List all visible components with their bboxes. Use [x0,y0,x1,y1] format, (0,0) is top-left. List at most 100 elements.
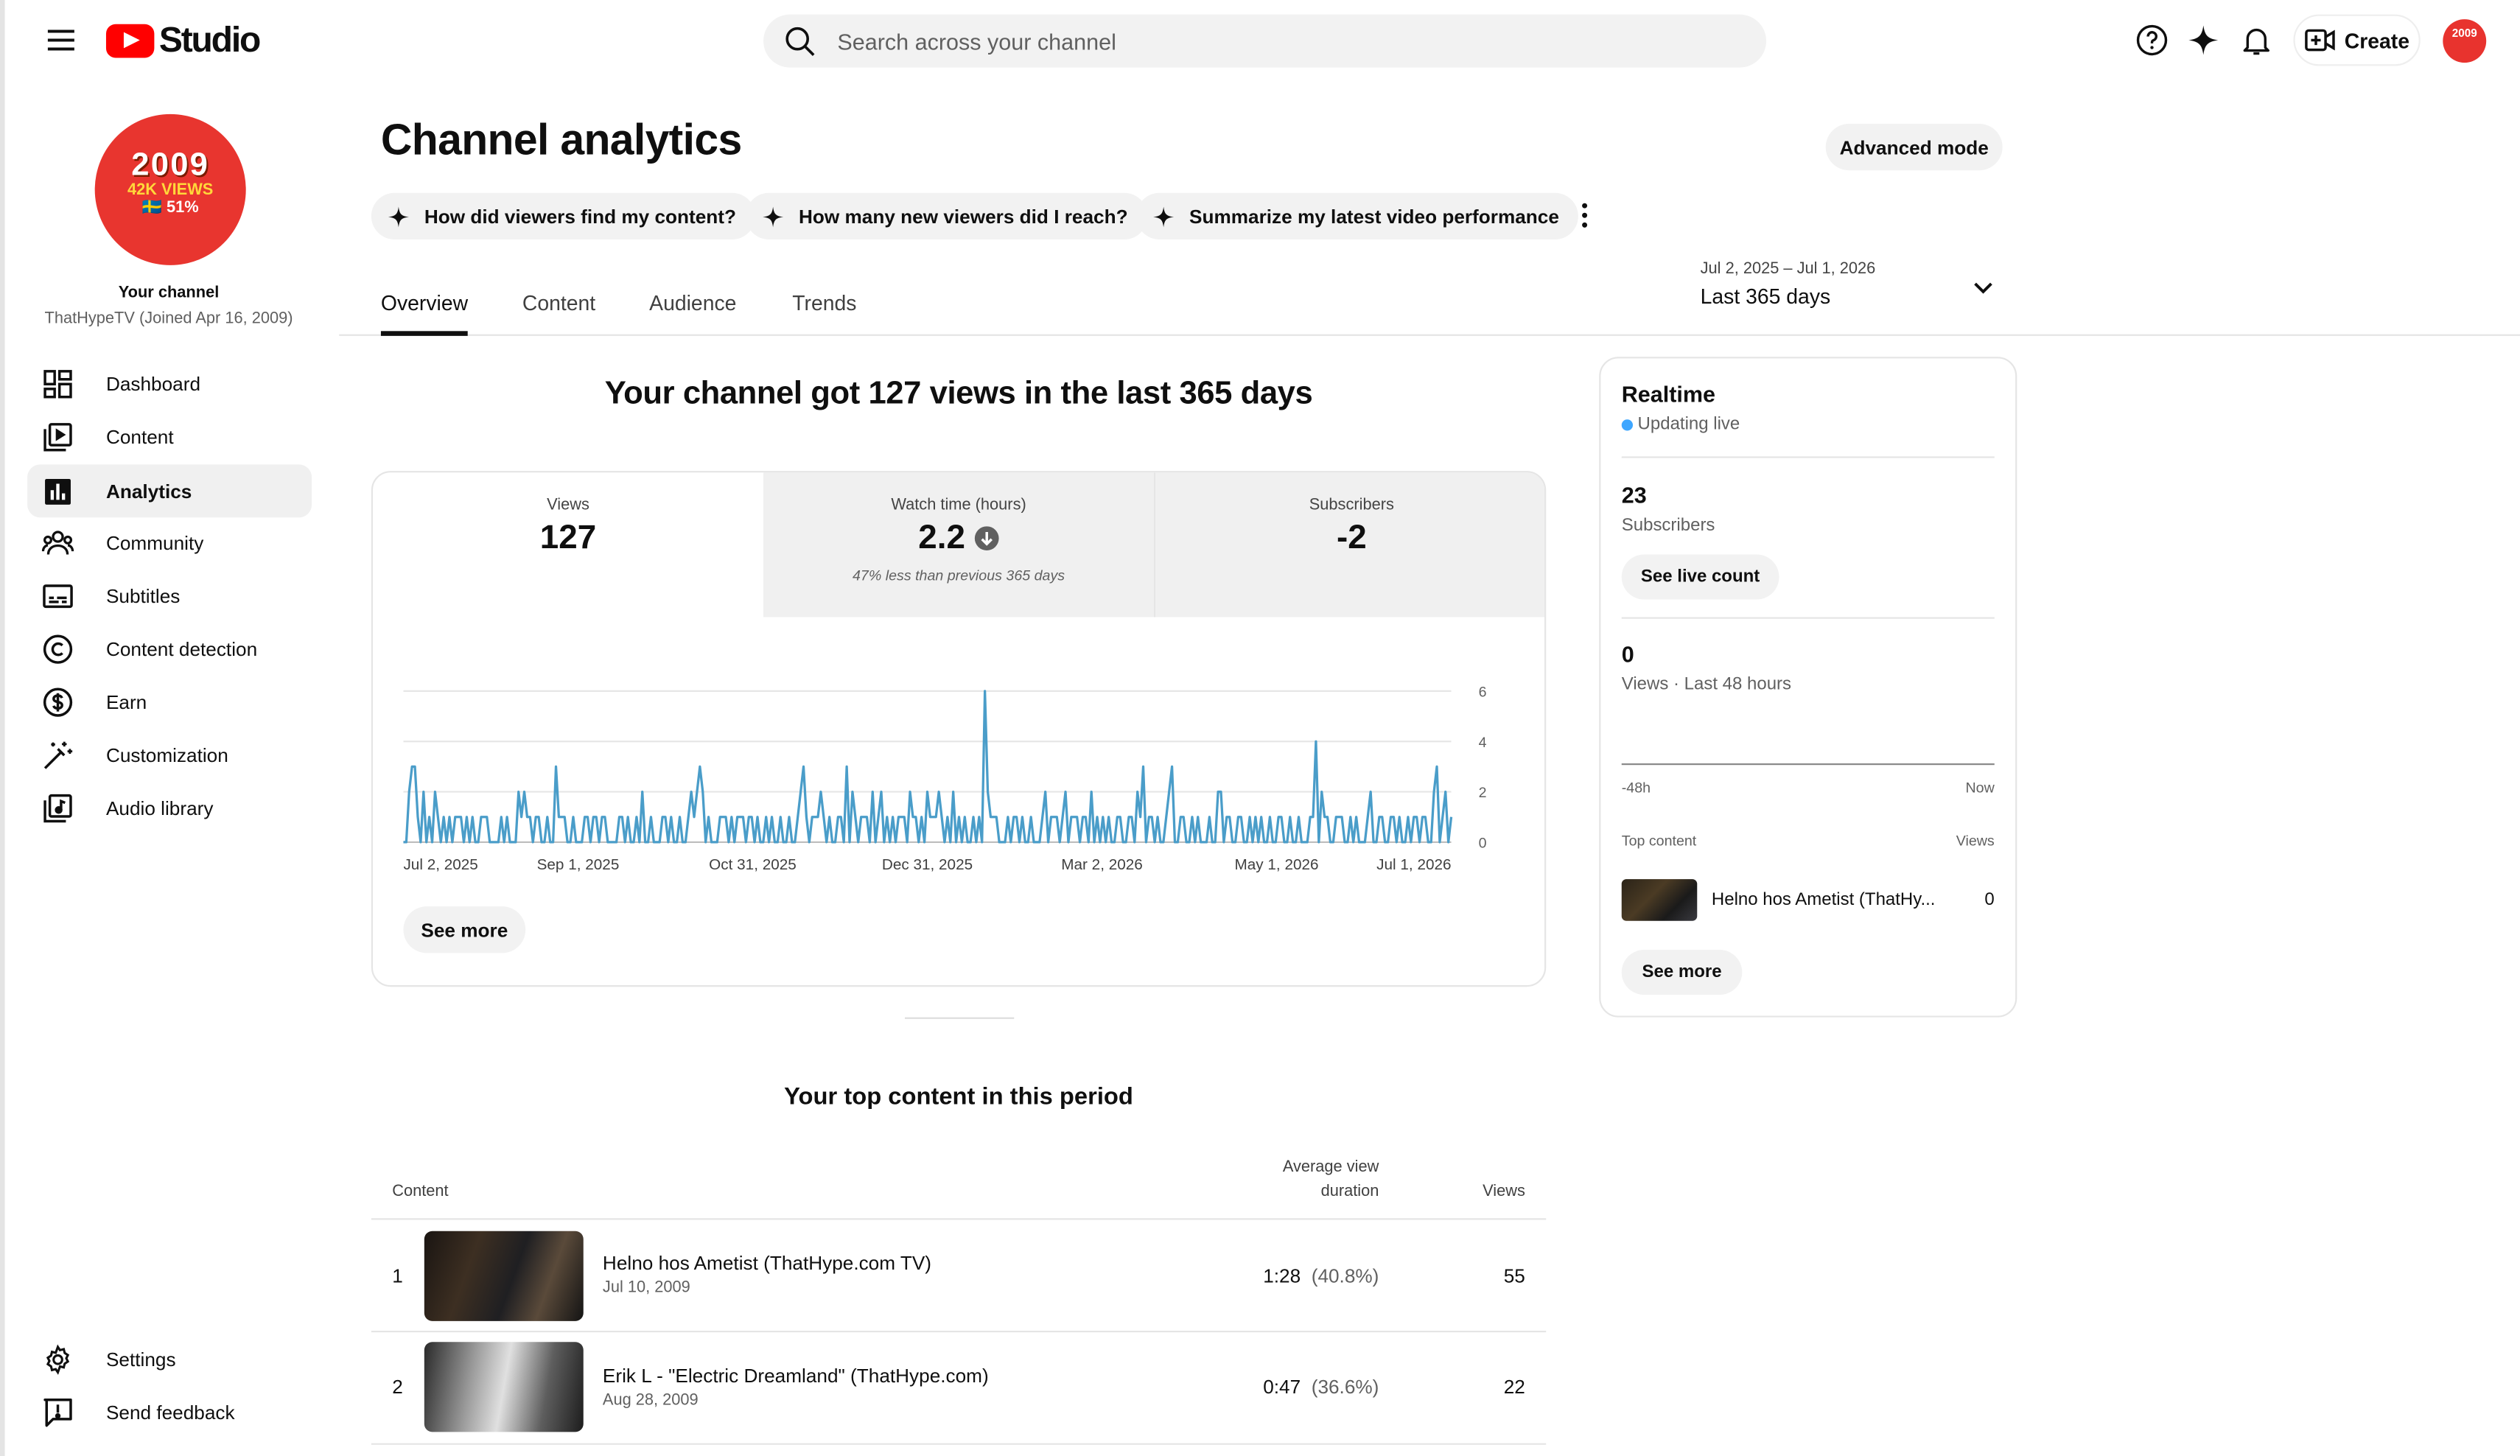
realtime-status: Updating live [1621,414,1995,434]
search-bar[interactable] [763,14,1767,68]
avd-percent: (36.6%) [1311,1376,1379,1399]
y-tick-label: 2 [1479,785,1487,801]
avd-time: 0:47 [1263,1376,1301,1399]
row-divider [371,1218,1547,1220]
row-rank: 1 [392,1264,403,1288]
sidebar-item-label: Audio library [105,796,214,819]
suggestion-chip-1[interactable]: How did viewers find my content? [371,192,756,239]
realtime-status-text: Updating live [1637,414,1740,434]
metric-views[interactable]: Views 127 [373,472,763,617]
menu-icon[interactable] [43,23,79,58]
date-range: Jul 2, 2025 – Jul 1, 2026 [1700,260,1876,279]
see-more-button[interactable]: See more [403,906,526,953]
sidebar-item-content-detection[interactable]: Content detection [27,622,312,675]
video-title[interactable]: Helno hos Ametist (ThatHype.com TV) [603,1252,931,1275]
notifications-icon[interactable] [2239,23,2274,58]
see-more-button[interactable]: See more [1621,950,1743,995]
y-tick-label: 4 [1479,735,1487,751]
section-divider [904,1017,1015,1019]
column-header-views[interactable]: Views [1461,1183,1525,1200]
suggestion-chip-2[interactable]: How many new viewers did I reach? [746,192,1147,239]
search-input[interactable] [837,28,1706,55]
chevron-down-icon[interactable] [1969,273,1998,302]
row-rank: 2 [392,1376,403,1399]
studio-logo[interactable]: Studio [105,19,261,61]
axis-label-left: -48h [1621,779,1651,796]
tabs-divider [339,334,2520,336]
sidebar-item-settings[interactable]: Settings [27,1332,312,1385]
sidebar-item-audio-library[interactable]: Audio library [27,781,312,834]
more-vert-icon[interactable] [1573,199,1596,231]
metric-label: Watch time (hours) [891,496,1026,514]
video-title[interactable]: Erik L - "Electric Dreamland" (ThatHype.… [603,1365,989,1387]
sidebar-item-community[interactable]: Community [27,516,312,569]
create-label: Create [2344,28,2410,52]
sidebar-item-send-feedback[interactable]: Send feedback [27,1385,312,1438]
sidebar-item-customization[interactable]: Customization [27,728,312,781]
metric-watch-time[interactable]: Watch time (hours) 2.2 47% less than pre… [763,472,1155,617]
tab-overview[interactable]: Overview [381,291,468,315]
video-thumbnail[interactable] [424,1231,584,1321]
sidebar-item-earn[interactable]: Earn [27,675,312,728]
channel-subtitle: ThatHypeTV (Joined Apr 16, 2009) [44,309,293,328]
metric-value: 2.2 [918,519,965,556]
sidebar-item-label: Analytics [105,480,192,503]
help-icon[interactable] [2135,23,2170,58]
advanced-mode-button[interactable]: Advanced mode [1825,123,2003,171]
sidebar-item-analytics[interactable]: Analytics [27,464,312,518]
sparkle-icon[interactable] [2185,23,2221,58]
see-live-count-button[interactable]: See live count [1621,554,1779,600]
dollar-icon [42,685,74,718]
suggestion-chip-3[interactable]: Summarize my latest video performance [1136,192,1579,239]
divider [1621,617,1995,619]
views-line-chart[interactable]: 0 2 4 6 Jul 2, 2025 Sep 1, 2025 Oct 31, 2025 De… [391,675,1516,884]
subtitles-icon [42,579,74,612]
avatar-line-1: 2009 [131,147,210,183]
magic-wand-icon [42,738,74,771]
metric-note: 47% less than previous 365 days [852,567,1065,584]
realtime-views-value: 0 [1621,641,1634,668]
audio-library-icon [42,791,74,824]
account-avatar[interactable]: 2009 [2443,19,2487,63]
views-column-label: Views [1956,832,1995,849]
column-header-avd-1: Average view [1282,1158,1379,1177]
views-series-line[interactable] [403,690,1453,844]
top-content-title[interactable]: Helno hos Ametist (ThatHy... [1712,890,1936,909]
sidebar-item-subtitles[interactable]: Subtitles [27,569,312,622]
sidebar-item-label: Send feedback [105,1400,235,1424]
sparkle-icon [1152,205,1175,228]
metric-subscribers[interactable]: Subscribers -2 [1155,472,1545,617]
tab-content[interactable]: Content [522,291,595,315]
create-button[interactable]: Create [2293,14,2421,66]
avatar-line-3: 🇸🇪 51% [141,199,199,217]
copyright-icon [42,632,74,665]
divider [1621,456,1995,458]
metric-label: Subscribers [1309,496,1394,514]
video-thumbnail[interactable] [1621,879,1698,921]
column-header-avd-2[interactable]: duration [1218,1183,1379,1200]
video-thumbnail[interactable] [424,1342,584,1432]
sidebar-item-label: Earn [105,690,147,713]
sidebar-item-dashboard[interactable]: Dashboard [27,357,312,410]
sparkle-icon [762,205,785,228]
channel-avatar[interactable]: 2009 42K VIEWS 🇸🇪 51% [94,113,246,265]
sidebar-item-label: Content [105,424,174,448]
metric-label: Views [547,496,589,514]
realtime-card: Realtime Updating live 23 Subscribers Se… [1599,357,2017,1018]
sparkle-icon [388,205,410,228]
video-date: Jul 10, 2009 [602,1279,690,1298]
date-period-label[interactable]: Last 365 days [1701,284,1831,309]
sidebar-item-label: Dashboard [105,371,201,395]
search-icon[interactable] [783,24,818,59]
gear-icon [42,1343,74,1375]
tab-audience[interactable]: Audience [649,291,736,315]
tab-trends[interactable]: Trends [792,291,856,315]
avg-view-duration: 1:28 (40.8%) [1218,1265,1379,1288]
x-tick-label: Oct 31, 2025 [709,856,797,873]
x-tick-label: May 1, 2026 [1235,856,1319,873]
video-views: 55 [1503,1264,1525,1288]
sidebar-item-content[interactable]: Content [27,410,312,463]
top-content-label: Top content [1621,832,1697,849]
live-dot-icon [1621,419,1634,430]
video-add-icon [2304,27,2337,53]
